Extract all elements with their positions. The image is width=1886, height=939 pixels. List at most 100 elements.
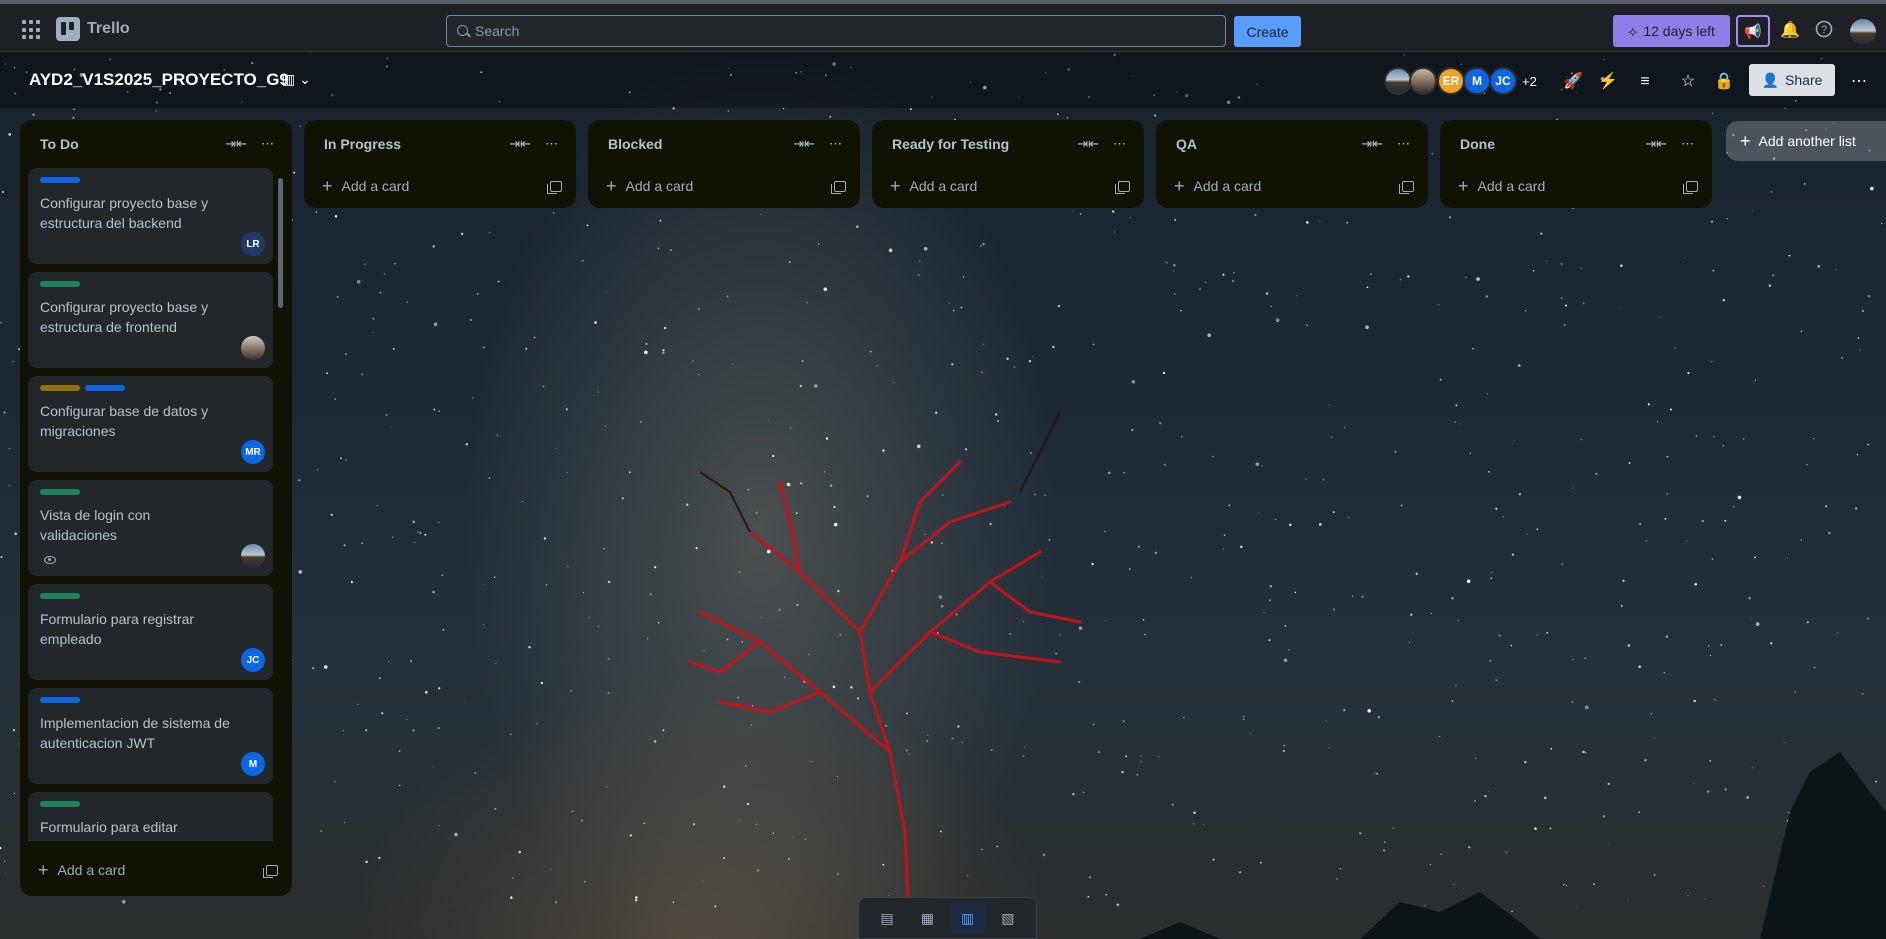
card[interactable]: Configurar proyecto base y estructura de… xyxy=(28,168,273,264)
list-title[interactable]: In Progress xyxy=(324,136,401,152)
card-label xyxy=(85,385,125,391)
add-list-label: Add another list xyxy=(1758,133,1856,149)
collapse-list-icon[interactable]: ⇥⇤ xyxy=(509,136,531,152)
card-member-avatar[interactable]: MR xyxy=(241,440,265,464)
sparkle-icon: ⟡ xyxy=(1628,22,1638,39)
add-card-button[interactable]: + Add a card xyxy=(20,852,292,888)
trial-button[interactable]: ⟡ 12 days left xyxy=(1613,15,1730,47)
add-card-label: Add a card xyxy=(909,178,978,194)
card[interactable]: Configurar base de datos y migraciones M… xyxy=(28,376,273,472)
list-title[interactable]: QA xyxy=(1176,136,1197,152)
view-switcher: ▤ ▦ ▥ ▧ xyxy=(858,897,1037,939)
list-title[interactable]: Done xyxy=(1460,136,1495,152)
card-label xyxy=(40,281,80,287)
card-title: Configurar proyecto base y estructura de… xyxy=(40,195,209,231)
lock-icon[interactable]: 🔒 xyxy=(1713,71,1735,93)
card[interactable]: Formulario para editar empleado xyxy=(28,792,273,841)
share-label: Share xyxy=(1785,72,1823,88)
board-title[interactable]: AYD2_V1S2025_PROYECTO_G9 xyxy=(29,70,289,90)
add-card-label: Add a card xyxy=(57,862,126,878)
collapse-list-icon[interactable]: ⇥⇤ xyxy=(1077,136,1099,152)
list-title[interactable]: To Do xyxy=(40,136,79,152)
card-label xyxy=(40,593,80,599)
svg-text:?: ? xyxy=(1821,24,1827,36)
card-template-icon[interactable] xyxy=(263,864,278,878)
collapse-list-icon[interactable]: ⇥⇤ xyxy=(1645,136,1667,152)
more-members-count[interactable]: +2 xyxy=(1522,74,1537,89)
board-header: AYD2_V1S2025_PROYECTO_G9 ▥ ⌄ ER M JC +2 … xyxy=(0,52,1886,108)
help-icon[interactable]: ? xyxy=(1813,20,1835,42)
search-icon xyxy=(457,25,468,36)
collapse-list-icon[interactable]: ⇥⇤ xyxy=(225,136,247,152)
add-list-button[interactable]: + Add another list xyxy=(1726,121,1886,161)
card-template-icon[interactable] xyxy=(1115,180,1130,194)
notifications-bell-icon[interactable]: 🔔 xyxy=(1779,20,1801,42)
member-avatar[interactable]: M xyxy=(1463,67,1491,95)
account-avatar[interactable] xyxy=(1850,19,1876,45)
automation-lightning-icon[interactable]: ⚡ xyxy=(1597,71,1619,93)
list-ready-for-testing: Ready for Testing ⇥⇤ ⋯ + Add a card xyxy=(872,120,1144,208)
add-card-button[interactable]: + Add a card xyxy=(1156,168,1428,204)
filter-icon[interactable]: ≡ xyxy=(1634,71,1656,93)
card-title: Formulario para editar empleado xyxy=(40,819,178,841)
add-card-label: Add a card xyxy=(1193,178,1262,194)
add-card-button[interactable]: + Add a card xyxy=(872,168,1144,204)
megaphone-icon[interactable]: 📢 xyxy=(1736,15,1770,47)
card-template-icon[interactable] xyxy=(1683,180,1698,194)
card[interactable]: Formulario para registrar empleado JC xyxy=(28,584,273,680)
list-menu-icon[interactable]: ⋯ xyxy=(1681,136,1694,152)
share-button[interactable]: 👤 Share xyxy=(1749,64,1835,96)
card-template-icon[interactable] xyxy=(831,180,846,194)
list-menu-icon[interactable]: ⋯ xyxy=(545,136,558,152)
search-input[interactable]: Search xyxy=(446,15,1226,47)
list-title[interactable]: Ready for Testing xyxy=(892,136,1009,152)
card-template-icon[interactable] xyxy=(547,180,562,194)
board-icon[interactable]: ▥ xyxy=(950,903,985,933)
member-avatar[interactable]: ER xyxy=(1437,67,1465,95)
card-member-avatar[interactable]: LR xyxy=(241,232,265,256)
card-label xyxy=(40,489,80,495)
add-card-button[interactable]: + Add a card xyxy=(304,168,576,204)
board-view-icon[interactable]: ▥ ⌄ xyxy=(282,71,311,88)
create-button[interactable]: Create xyxy=(1234,16,1301,47)
more-options-icon[interactable]: ⋯ xyxy=(1848,71,1870,93)
add-card-button[interactable]: + Add a card xyxy=(1440,168,1712,204)
card-template-icon[interactable] xyxy=(1399,180,1414,194)
scroll-thumb[interactable] xyxy=(278,178,283,308)
card[interactable]: Configurar proyecto base y estructura de… xyxy=(28,272,273,368)
list-menu-icon[interactable]: ⋯ xyxy=(829,136,842,152)
card-title: Configurar base de datos y migraciones xyxy=(40,403,209,439)
add-card-label: Add a card xyxy=(1477,178,1546,194)
switch-boards-icon[interactable]: ▧ xyxy=(991,903,1025,933)
card-member-avatar[interactable]: JC xyxy=(241,648,265,672)
card-member-avatar[interactable] xyxy=(241,544,265,568)
card-label xyxy=(40,177,80,183)
trello-logo[interactable]: Trello xyxy=(56,17,130,41)
card-member-avatar[interactable]: M xyxy=(241,752,265,776)
calendar-icon[interactable]: ▦ xyxy=(910,903,944,933)
collapse-list-icon[interactable]: ⇥⇤ xyxy=(793,136,815,152)
card-label xyxy=(40,801,80,807)
power-ups-rocket-icon[interactable]: 🚀 xyxy=(1562,71,1584,93)
member-avatar[interactable] xyxy=(1409,67,1437,95)
plus-icon: + xyxy=(38,860,49,880)
inbox-icon[interactable]: ▤ xyxy=(870,903,904,933)
member-avatar[interactable]: JC xyxy=(1489,67,1517,95)
add-person-icon: 👤 xyxy=(1761,71,1780,88)
plus-icon: + xyxy=(606,176,617,196)
plus-icon: + xyxy=(1174,176,1185,196)
collapse-list-icon[interactable]: ⇥⇤ xyxy=(1361,136,1383,152)
plus-icon: + xyxy=(1740,131,1751,151)
list-title[interactable]: Blocked xyxy=(608,136,662,152)
card[interactable]: Vista de login con validaciones xyxy=(28,480,273,576)
star-icon[interactable]: ☆ xyxy=(1677,71,1699,93)
app-switcher-icon[interactable] xyxy=(22,20,42,40)
list-menu-icon[interactable]: ⋯ xyxy=(261,136,274,152)
list-menu-icon[interactable]: ⋯ xyxy=(1113,136,1126,152)
member-avatar[interactable] xyxy=(1384,67,1412,95)
card-member-avatar[interactable] xyxy=(241,336,265,360)
list-menu-icon[interactable]: ⋯ xyxy=(1397,136,1410,152)
list-scrollbar[interactable] xyxy=(278,178,284,843)
card[interactable]: Implementacion de sistema de autenticaci… xyxy=(28,688,273,784)
add-card-button[interactable]: + Add a card xyxy=(588,168,860,204)
